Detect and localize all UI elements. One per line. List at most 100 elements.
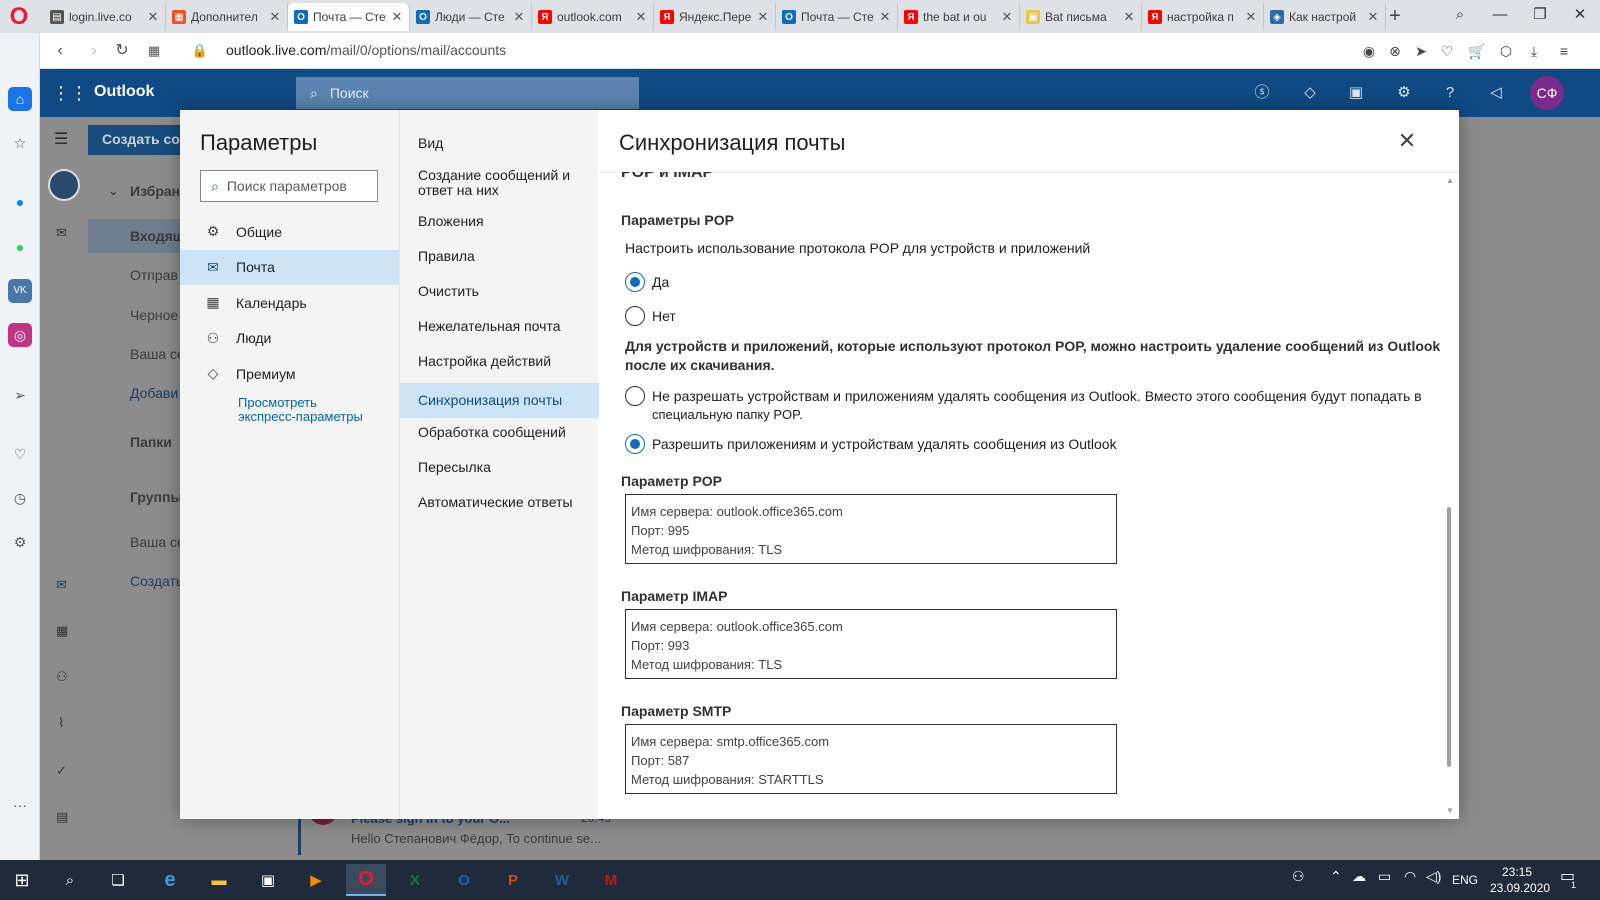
excel-icon[interactable]: X (395, 864, 435, 896)
forward-button[interactable]: › (82, 39, 106, 63)
browser-tab[interactable]: ▣ Bat письма ✕ (1020, 3, 1142, 31)
pop-no-label[interactable]: Нет (652, 308, 676, 324)
smtp-setting-box[interactable]: Имя сервера: smtp.office365.com Порт: 58… (625, 724, 1117, 794)
folder-group-your[interactable]: Ваша се (130, 534, 185, 550)
browser-tab[interactable]: Яthe bat и ou ✕ (898, 3, 1020, 31)
folder-sent[interactable]: Отправ (130, 267, 178, 283)
mail-settings-nav-item[interactable]: Настройка действий (400, 348, 599, 374)
block-icon[interactable]: ⊗ (1385, 41, 1405, 61)
home-icon[interactable]: ⌂ (8, 87, 32, 111)
maximize-button[interactable]: ❐ (1520, 0, 1560, 30)
premium-icon[interactable]: ◇ (1298, 81, 1322, 105)
heart-icon[interactable]: ♡ (1437, 41, 1457, 61)
windows-start-icon[interactable]: ⊞ (2, 864, 42, 896)
outlook-taskbar-icon[interactable]: O (444, 864, 484, 896)
chevron-up-icon[interactable]: ⌃ (1330, 868, 1342, 885)
new-tab-button[interactable]: + (1383, 4, 1407, 28)
pop-no-radio[interactable] (625, 306, 645, 326)
menu-icon[interactable]: ≡ (1554, 41, 1574, 61)
mail-settings-nav-item[interactable]: Нежелательная почта (400, 313, 599, 339)
edge-icon[interactable]: e (150, 864, 190, 896)
mail-nav-icon[interactable]: ✉ (56, 577, 67, 593)
clock-date[interactable]: 23.09.2020 (1490, 881, 1550, 895)
settings-search-input[interactable]: ⌕ Поиск параметров (200, 170, 378, 202)
settings-nav-item[interactable]: ▦ Календарь (180, 285, 399, 320)
close-tab-icon[interactable]: ✕ (755, 9, 771, 25)
hamburger-icon[interactable]: ☰ (54, 129, 68, 149)
folder-add[interactable]: Добави (130, 385, 178, 401)
close-window-button[interactable]: ✕ (1560, 0, 1600, 30)
download-icon[interactable]: ⤓ (1524, 41, 1544, 61)
mail-settings-nav-item[interactable]: Вложения (400, 208, 599, 234)
close-tab-icon[interactable]: ✕ (1243, 9, 1259, 25)
mail-settings-nav-item[interactable]: Обработка сообщений (400, 419, 599, 445)
settings-nav-item[interactable]: ⚇ Люди (180, 321, 399, 356)
camera-icon[interactable]: ◉ (1359, 41, 1379, 61)
browser-tab[interactable]: O Почта — Сте ✕ (288, 3, 410, 31)
task-view-icon[interactable]: ❏ (98, 864, 138, 896)
folder-favorites[interactable]: Избран (130, 183, 180, 199)
folder-groups[interactable]: Группы (130, 489, 182, 505)
mail-settings-nav-item[interactable]: Вид (400, 130, 599, 156)
mail-settings-nav-item[interactable]: Правила (400, 243, 599, 269)
keep-messages-label-line1[interactable]: Не разрешать устройствам и приложениям у… (652, 388, 1422, 404)
opera-logo-icon[interactable]: O (6, 4, 32, 30)
search-box[interactable]: ⌕ Поиск (296, 77, 639, 109)
scrollbar-thumb[interactable] (1447, 507, 1451, 767)
mail-settings-nav-item[interactable]: Очистить (400, 278, 599, 304)
pop-yes-label[interactable]: Да (652, 274, 669, 290)
store-icon[interactable]: ▣ (248, 864, 288, 896)
close-tab-icon[interactable]: ✕ (389, 9, 405, 25)
allow-delete-label[interactable]: Разрешить приложениям и устройствам удал… (652, 436, 1117, 452)
lock-icon[interactable]: 🔒 (188, 39, 212, 63)
url-field[interactable]: outlook.live.com/mail/0/options/mail/acc… (226, 42, 506, 58)
browser-tab[interactable]: O Почта — Сте ✕ (776, 3, 898, 31)
mail-icon[interactable]: ✉ (56, 225, 67, 241)
folder-folders[interactable]: Папки (130, 434, 172, 450)
imap-setting-box[interactable]: Имя сервера: outlook.office365.com Порт:… (625, 609, 1117, 679)
close-tab-icon[interactable]: ✕ (145, 9, 161, 25)
folder-your[interactable]: Ваша се (130, 346, 185, 362)
instagram-icon[interactable]: ◎ (8, 323, 32, 347)
chevron-down-icon[interactable]: ⌄ (108, 183, 119, 199)
mail-settings-nav-item[interactable]: Пересылка (400, 454, 599, 480)
calendar-check-icon[interactable]: ▣ (1344, 81, 1368, 105)
browser-tab[interactable]: Я Яндекс.Пере ✕ (654, 3, 776, 31)
browser-tab[interactable]: ▦ Дополнител ✕ (166, 3, 288, 31)
mail-settings-nav-item[interactable]: Создание сообщений и ответ на них (400, 164, 599, 202)
search-tabs-icon[interactable]: ⌕ (1440, 0, 1480, 30)
media-player-icon[interactable]: ▶ (296, 864, 336, 896)
browser-tab[interactable]: ◈ Как настрой ✕ (1264, 3, 1386, 31)
settings-nav-item[interactable]: ⚙ Общие (180, 214, 399, 249)
language-indicator[interactable]: ENG (1452, 873, 1478, 887)
calendar-nav-icon[interactable]: ▦ (56, 623, 68, 639)
vk-icon[interactable]: VK (8, 279, 32, 303)
send-icon[interactable]: ➢ (8, 383, 32, 407)
search-icon[interactable]: ⌕ (50, 864, 90, 896)
explorer-icon[interactable]: ▬ (199, 864, 239, 896)
people-nav-icon[interactable]: ⚇ (56, 669, 68, 685)
browser-tab[interactable]: Янастройка п ✕ (1142, 3, 1264, 31)
heart-icon[interactable]: ♡ (8, 442, 32, 466)
browser-tab[interactable]: ▤ login.live.co ✕ (44, 3, 166, 31)
back-button[interactable]: ‹ (48, 39, 72, 63)
mail-settings-nav-item[interactable]: Автоматические ответы (400, 489, 599, 515)
close-tab-icon[interactable]: ✕ (1365, 9, 1381, 25)
close-tab-icon[interactable]: ✕ (877, 9, 893, 25)
browser-tab[interactable]: O Люди — Сте ✕ (410, 3, 532, 31)
more-icon[interactable]: ··· (8, 793, 32, 817)
word-icon[interactable]: W (542, 864, 582, 896)
box-icon[interactable]: ⬡ (1496, 41, 1516, 61)
more-apps-icon[interactable]: ▤ (56, 809, 68, 825)
sync-scroll-area[interactable]: POP и IMAP Параметры POP Настроить испол… (599, 172, 1441, 819)
opera-taskbar-icon[interactable]: O (346, 864, 386, 896)
scroll-up-arrow[interactable]: ▲ (1445, 176, 1455, 186)
scroll-down-arrow[interactable]: ▼ (1445, 806, 1455, 816)
close-tab-icon[interactable]: ✕ (1121, 9, 1137, 25)
close-dialog-button[interactable]: ✕ (1392, 126, 1422, 156)
keep-messages-radio[interactable] (625, 386, 645, 406)
pop-yes-radio[interactable] (625, 272, 645, 292)
speed-dial-icon[interactable]: ▦ (142, 39, 166, 63)
close-tab-icon[interactable]: ✕ (633, 9, 649, 25)
help-icon[interactable]: ? (1438, 81, 1462, 105)
